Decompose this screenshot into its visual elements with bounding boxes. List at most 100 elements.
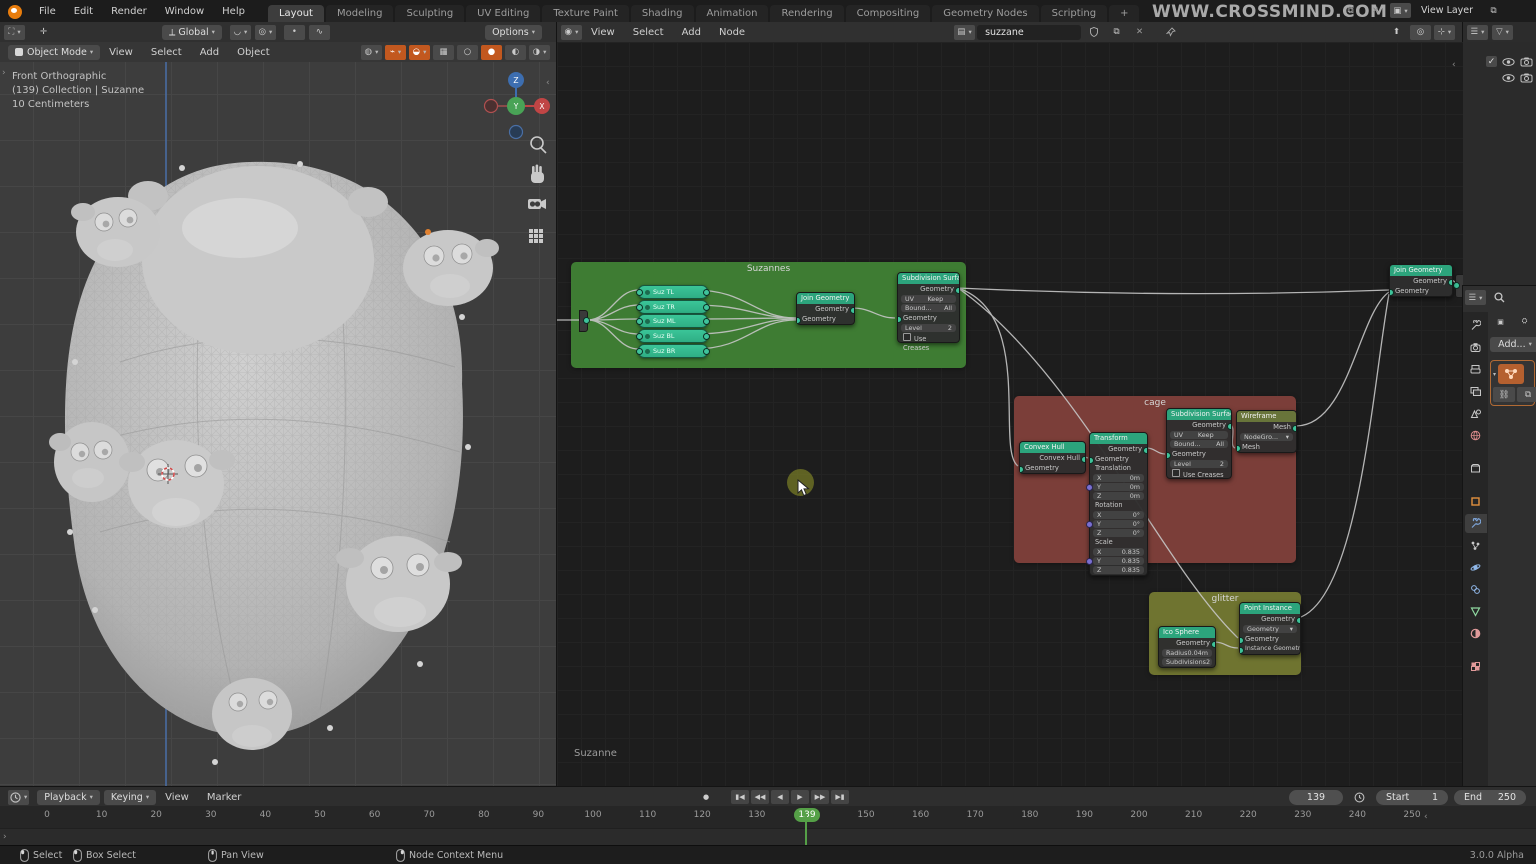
node-subdivision-surface-1[interactable]: Subdivision Surface Geometry UV Sm...Kee… — [897, 272, 960, 352]
falloff-curve-icon[interactable]: ∿ — [308, 24, 330, 40]
node-tree-browse-icon[interactable]: ▤ ▾ — [954, 24, 976, 40]
node-point-instance[interactable]: Point Instance Geometry Geometry ▾ Geomet… — [1239, 602, 1301, 655]
level-field[interactable]: Level 2 — [901, 324, 956, 332]
parent-tree-icon[interactable]: ⬆ — [1386, 25, 1407, 40]
view-layer-name[interactable]: View Layer — [1415, 5, 1479, 16]
node-convex-hull[interactable]: Convex Hull Convex Hull Geometry — [1019, 441, 1086, 474]
node-group-selector[interactable]: NodeGro... ▾ — [1240, 433, 1293, 441]
play-button[interactable]: ▶ — [791, 790, 809, 804]
current-frame-badge[interactable]: 139 — [794, 808, 820, 822]
outliner-row[interactable] — [1502, 73, 1533, 83]
editor-type-icon[interactable]: ◉ ▾ — [561, 24, 582, 40]
workspace-tab-sculpting[interactable]: Sculpting — [395, 5, 465, 22]
timeline-expand-chevron[interactable]: › — [3, 832, 7, 842]
unlink-node-tree-icon[interactable]: ✕ — [1129, 25, 1150, 40]
viewport-nav-buttons[interactable] — [526, 134, 550, 304]
workspace-tab-scripting[interactable]: Scripting — [1040, 5, 1108, 22]
workspace-tab-uv-editing[interactable]: UV Editing — [466, 5, 541, 22]
topbar-menu-edit[interactable]: Edit — [65, 1, 102, 22]
viewport-menu-view[interactable]: View — [100, 42, 142, 63]
workspace-tab-compositing[interactable]: Compositing — [845, 5, 931, 22]
radius-field[interactable]: Radius 0.04m — [1162, 649, 1212, 657]
instance-mode-dropdown[interactable]: Geometry ▾ — [1243, 625, 1297, 633]
node-editor-menu-node[interactable]: Node — [710, 22, 754, 43]
workspace-tab-layout[interactable]: Layout — [267, 5, 324, 22]
pill-output-socket[interactable] — [703, 289, 710, 296]
topbar-menu-render[interactable]: Render — [102, 1, 156, 22]
use-creases-checkbox[interactable]: Use Creases — [898, 333, 959, 352]
node-editor-canvas[interactable]: Suzannes cage glitter Suz TL Suz TR Suz … — [556, 42, 1463, 786]
properties-tab-material[interactable] — [1465, 624, 1487, 643]
keying-dropdown[interactable]: Keying ▾ — [103, 789, 157, 805]
node-wireframe-group[interactable]: Wireframe Mesh NodeGro... ▾ Mesh — [1236, 410, 1297, 453]
modifier-nodes-icon[interactable]: ⛓ — [1493, 387, 1515, 402]
shading-rendered-icon[interactable]: ◑ ▾ — [529, 44, 550, 60]
properties-tab-modifiers[interactable] — [1464, 514, 1487, 533]
properties-editor-type-icon[interactable]: ☰ ▾ — [1465, 290, 1486, 305]
toolbar-expand-chevron[interactable]: › — [2, 68, 6, 78]
node-editor-menu-add[interactable]: Add — [673, 22, 710, 43]
timeline-menu-view[interactable]: View — [156, 787, 198, 808]
visibility-eye-icon[interactable] — [1502, 57, 1515, 67]
node-object-info-suz-br[interactable]: Suz BR — [636, 344, 710, 358]
properties-tab-tool[interactable] — [1465, 316, 1487, 335]
prev-keyframe-button[interactable]: ◀◀ — [751, 790, 769, 804]
shading-material-icon[interactable]: ◐ — [505, 44, 526, 60]
workspace-tab-geometry-nodes[interactable]: Geometry Nodes — [932, 5, 1039, 22]
node-object-info-suz-tl[interactable]: Suz TL — [636, 285, 710, 299]
pill-input-socket[interactable] — [636, 289, 643, 296]
proportional-edit-icon[interactable]: ◎ ▾ — [254, 24, 276, 40]
jump-to-end-button[interactable]: ▶▮ — [831, 790, 849, 804]
active-tool-icon[interactable]: ⛶ ▾ — [4, 24, 25, 40]
timeline-track[interactable]: › — [0, 828, 1536, 846]
transform-orientation-dropdown[interactable]: ⟂ Global ▾ — [162, 24, 222, 40]
node-object-info-suz-ml[interactable]: Suz ML — [636, 314, 710, 328]
modifier-stack-entry[interactable]: ▾ ⛓ ⧉ — [1490, 360, 1536, 406]
viewport-menu-object[interactable]: Object — [228, 42, 279, 63]
start-frame-field[interactable]: Start 1 — [1376, 789, 1448, 805]
timeline-menu-marker[interactable]: Marker — [198, 787, 251, 808]
snap-node-icon[interactable]: ◎ — [1410, 24, 1431, 40]
mode-dropdown[interactable]: Object Mode ▾ — [8, 44, 101, 60]
node-ico-sphere[interactable]: Ico Sphere Geometry Radius 0.04m Subdivis… — [1158, 626, 1216, 668]
outliner-row[interactable]: ✓ — [1486, 56, 1533, 67]
uv-smooth-dropdown[interactable]: UV Sm...Keep Bo.. — [901, 295, 956, 311]
properties-tab-particles[interactable] — [1465, 536, 1487, 555]
subdivisions-field[interactable]: Subdivisions 2 — [1162, 658, 1212, 666]
node-transform[interactable]: Transform Geometry Geometry Translation … — [1086, 432, 1148, 576]
end-frame-field[interactable]: End 250 — [1454, 789, 1526, 805]
modifier-expand-icon[interactable]: ▾ — [1493, 371, 1496, 378]
properties-tab-texture[interactable] — [1465, 657, 1487, 676]
boundary-dropdown[interactable]: Bound... All — [901, 304, 956, 312]
snap-magnet-icon[interactable]: ◡ ▾ — [229, 24, 251, 40]
view-layer-selector-icon[interactable]: ▣ ▾ — [1390, 3, 1411, 18]
group-input-stub[interactable] — [579, 310, 590, 332]
auto-keying-icon[interactable]: ● — [697, 790, 715, 804]
overlays-toggle-icon[interactable]: ◒ ▾ — [409, 44, 430, 60]
play-reverse-button[interactable]: ◀ — [771, 790, 789, 804]
gizmo-toggle-icon[interactable]: ⌁ ▾ — [385, 44, 406, 60]
node-editor-menu-view[interactable]: View — [582, 22, 624, 43]
properties-tab-output[interactable] — [1465, 360, 1487, 379]
new-node-tree-icon[interactable]: ⧉ — [1106, 25, 1127, 40]
geometry-nodes-modifier-icon[interactable] — [1498, 364, 1525, 384]
pill-output-socket[interactable] — [703, 348, 710, 355]
modifier-copy-icon[interactable]: ⧉ — [1517, 387, 1536, 402]
navigation-gizmo[interactable]: Z Y X — [480, 66, 552, 142]
properties-search-icon[interactable] — [1489, 290, 1510, 305]
view-object-types-icon[interactable]: ◍ ▾ — [361, 44, 382, 60]
pin-icon[interactable] — [1160, 25, 1181, 40]
workspace-tab-animation[interactable]: Animation — [695, 5, 769, 22]
xray-toggle-icon[interactable]: ▦ — [433, 44, 454, 60]
playback-dropdown[interactable]: Playback ▾ — [37, 789, 100, 805]
blender-logo-icon[interactable] — [8, 5, 22, 19]
options-dropdown[interactable]: Options ▾ — [485, 24, 542, 40]
pill-output-socket[interactable] — [703, 333, 710, 340]
workspace-tab-rendering[interactable]: Rendering — [770, 5, 844, 22]
properties-tab-world[interactable] — [1465, 426, 1487, 445]
topbar-menu-window[interactable]: Window — [156, 1, 213, 22]
viewport-menu-add[interactable]: Add — [191, 42, 228, 63]
pill-input-socket[interactable] — [636, 304, 643, 311]
add-workspace-tab[interactable]: + — [1109, 5, 1140, 22]
shading-solid-icon[interactable]: ● — [481, 44, 502, 60]
